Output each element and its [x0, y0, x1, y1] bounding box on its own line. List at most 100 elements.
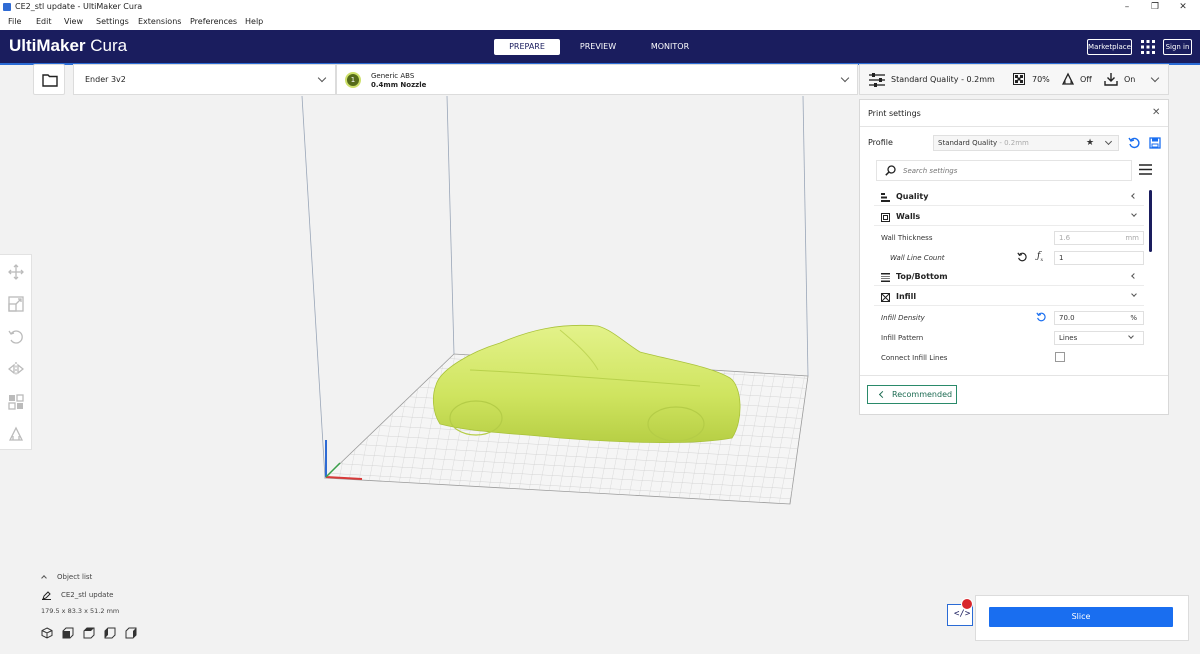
chevron-down-icon: [840, 73, 850, 83]
save-profile-icon[interactable]: [1149, 137, 1161, 149]
divider: [860, 126, 1168, 127]
reset-icon[interactable]: [1036, 312, 1046, 322]
chevron-down-icon: [1150, 73, 1160, 83]
material-selector[interactable]: 1 Generic ABS 0.4mm Nozzle: [336, 64, 858, 95]
wall-thickness-label: Wall Thickness: [881, 234, 933, 242]
marketplace-button[interactable]: Marketplace: [1087, 39, 1132, 55]
chevron-down-icon: [317, 73, 327, 83]
scale-tool-icon[interactable]: [8, 296, 24, 312]
adhesion-value: On: [1124, 75, 1136, 84]
section-quality[interactable]: Quality: [874, 188, 1144, 206]
app-header: UltiMaker Cura PREPARE PREVIEW MONITOR M…: [0, 30, 1200, 63]
menu-preferences[interactable]: Preferences: [190, 14, 237, 30]
profile-dropdown[interactable]: Standard Quality - 0.2mm ★: [933, 135, 1119, 151]
print-settings-panel: Print settings ✕ Profile Standard Qualit…: [859, 99, 1169, 415]
top-view-icon[interactable]: [83, 627, 95, 639]
menu-settings[interactable]: Settings: [96, 14, 129, 30]
infill-value: 70%: [1032, 75, 1050, 84]
close-icon[interactable]: ✕: [1152, 107, 1160, 118]
maximize-button[interactable]: ❐: [1140, 0, 1170, 14]
support-blocker-icon[interactable]: [8, 426, 24, 442]
tab-monitor[interactable]: MONITOR: [638, 39, 702, 55]
3d-view-icon[interactable]: [41, 627, 53, 639]
infill-density-label: Infill Density: [881, 314, 925, 322]
unit-percent: %: [1130, 314, 1137, 322]
section-title: Infill: [896, 292, 917, 301]
close-button[interactable]: ✕: [1168, 0, 1198, 14]
section-title: Top/Bottom: [896, 272, 948, 281]
connect-infill-lines-checkbox[interactable]: [1055, 352, 1065, 362]
wall-line-count-value: 1: [1059, 254, 1064, 262]
infill-icon: [1013, 73, 1025, 85]
section-walls[interactable]: Walls: [874, 208, 1144, 226]
object-tools-bar: [0, 254, 32, 450]
chevron-up-icon[interactable]: [41, 575, 47, 581]
print-settings-summary[interactable]: Standard Quality - 0.2mm 70% Off On: [859, 64, 1169, 95]
connect-infill-lines-label: Connect Infill Lines: [881, 354, 948, 362]
menu-help[interactable]: Help: [245, 14, 263, 30]
infill-pattern-value: Lines: [1059, 334, 1078, 342]
infill-density-field[interactable]: 70.0 %: [1054, 311, 1144, 325]
divider: [860, 375, 1168, 376]
apps-grid-icon[interactable]: [1141, 40, 1155, 54]
search-settings-field[interactable]: [876, 160, 1132, 181]
folder-icon: [42, 74, 58, 87]
per-model-settings-icon[interactable]: [8, 394, 24, 410]
notification-badge: [961, 598, 973, 610]
object-name: CE2_stl update: [61, 591, 114, 599]
cura-cloud-button[interactable]: </>: [947, 598, 973, 626]
star-icon[interactable]: ★: [1086, 136, 1094, 150]
function-icon[interactable]: ƒx: [1037, 251, 1043, 263]
code-icon: </>: [954, 609, 971, 619]
recommended-label: Recommended: [892, 390, 953, 399]
edit-pencil-icon[interactable]: [42, 591, 51, 600]
menu-edit[interactable]: Edit: [36, 14, 52, 30]
move-tool-icon[interactable]: [8, 264, 24, 280]
sign-in-button[interactable]: Sign in: [1163, 39, 1192, 55]
object-list-toggle[interactable]: Object list: [57, 573, 92, 581]
menu-file[interactable]: File: [8, 14, 21, 30]
menu-bar: File Edit View Settings Extensions Prefe…: [0, 14, 1200, 30]
rotate-tool-icon[interactable]: [8, 329, 24, 345]
search-input[interactable]: [903, 163, 1123, 178]
tab-preview[interactable]: PREVIEW: [566, 39, 630, 55]
section-title: Quality: [896, 192, 929, 201]
section-infill[interactable]: Infill: [874, 288, 1144, 306]
settings-menu-icon[interactable]: [1139, 164, 1152, 175]
section-top-bottom[interactable]: Top/Bottom: [874, 268, 1144, 286]
ultimaker-cura-logo: UltiMaker Cura: [9, 36, 128, 55]
slice-button[interactable]: Slice: [989, 607, 1173, 627]
settings-sliders-icon: [869, 73, 885, 87]
right-view-icon[interactable]: [125, 627, 137, 639]
minimize-button[interactable]: –: [1112, 0, 1142, 14]
window-title: CE2_stl update - UltiMaker Cura: [15, 2, 143, 11]
wall-line-count-label: Wall Line Count: [890, 254, 945, 262]
tab-prepare[interactable]: PREPARE: [494, 39, 560, 55]
open-file-button[interactable]: [33, 64, 65, 95]
quality-icon: [881, 193, 890, 202]
settings-scrollbar[interactable]: [1149, 190, 1152, 252]
material-name: Generic ABS: [371, 72, 415, 80]
reset-profile-icon[interactable]: [1128, 137, 1140, 149]
profile-layer-height: - 0.2mm: [997, 139, 1029, 147]
car-model[interactable]: [432, 324, 741, 443]
infill-pattern-dropdown[interactable]: Lines: [1054, 331, 1144, 345]
wall-thickness-field[interactable]: 1.6 mm: [1054, 231, 1144, 245]
walls-icon: [881, 213, 890, 222]
printer-selector[interactable]: Ender 3v2: [73, 64, 336, 95]
infill-icon: [881, 293, 890, 302]
chevron-down-icon: [1131, 211, 1137, 217]
mirror-tool-icon[interactable]: [8, 361, 24, 377]
reset-icon[interactable]: [1017, 252, 1027, 262]
extruder-badge: 1: [345, 72, 361, 88]
left-view-icon[interactable]: [104, 627, 116, 639]
menu-view[interactable]: View: [64, 14, 83, 30]
recommended-button[interactable]: Recommended: [867, 385, 957, 404]
object-dimensions: 179.5 x 83.3 x 51.2 mm: [41, 607, 120, 615]
wall-line-count-field[interactable]: 1: [1054, 251, 1144, 265]
chevron-down-icon: [1128, 333, 1134, 339]
chevron-left-icon: [1131, 193, 1137, 199]
printer-name: Ender 3v2: [85, 75, 126, 84]
menu-extensions[interactable]: Extensions: [138, 14, 181, 30]
front-view-icon[interactable]: [62, 627, 74, 639]
